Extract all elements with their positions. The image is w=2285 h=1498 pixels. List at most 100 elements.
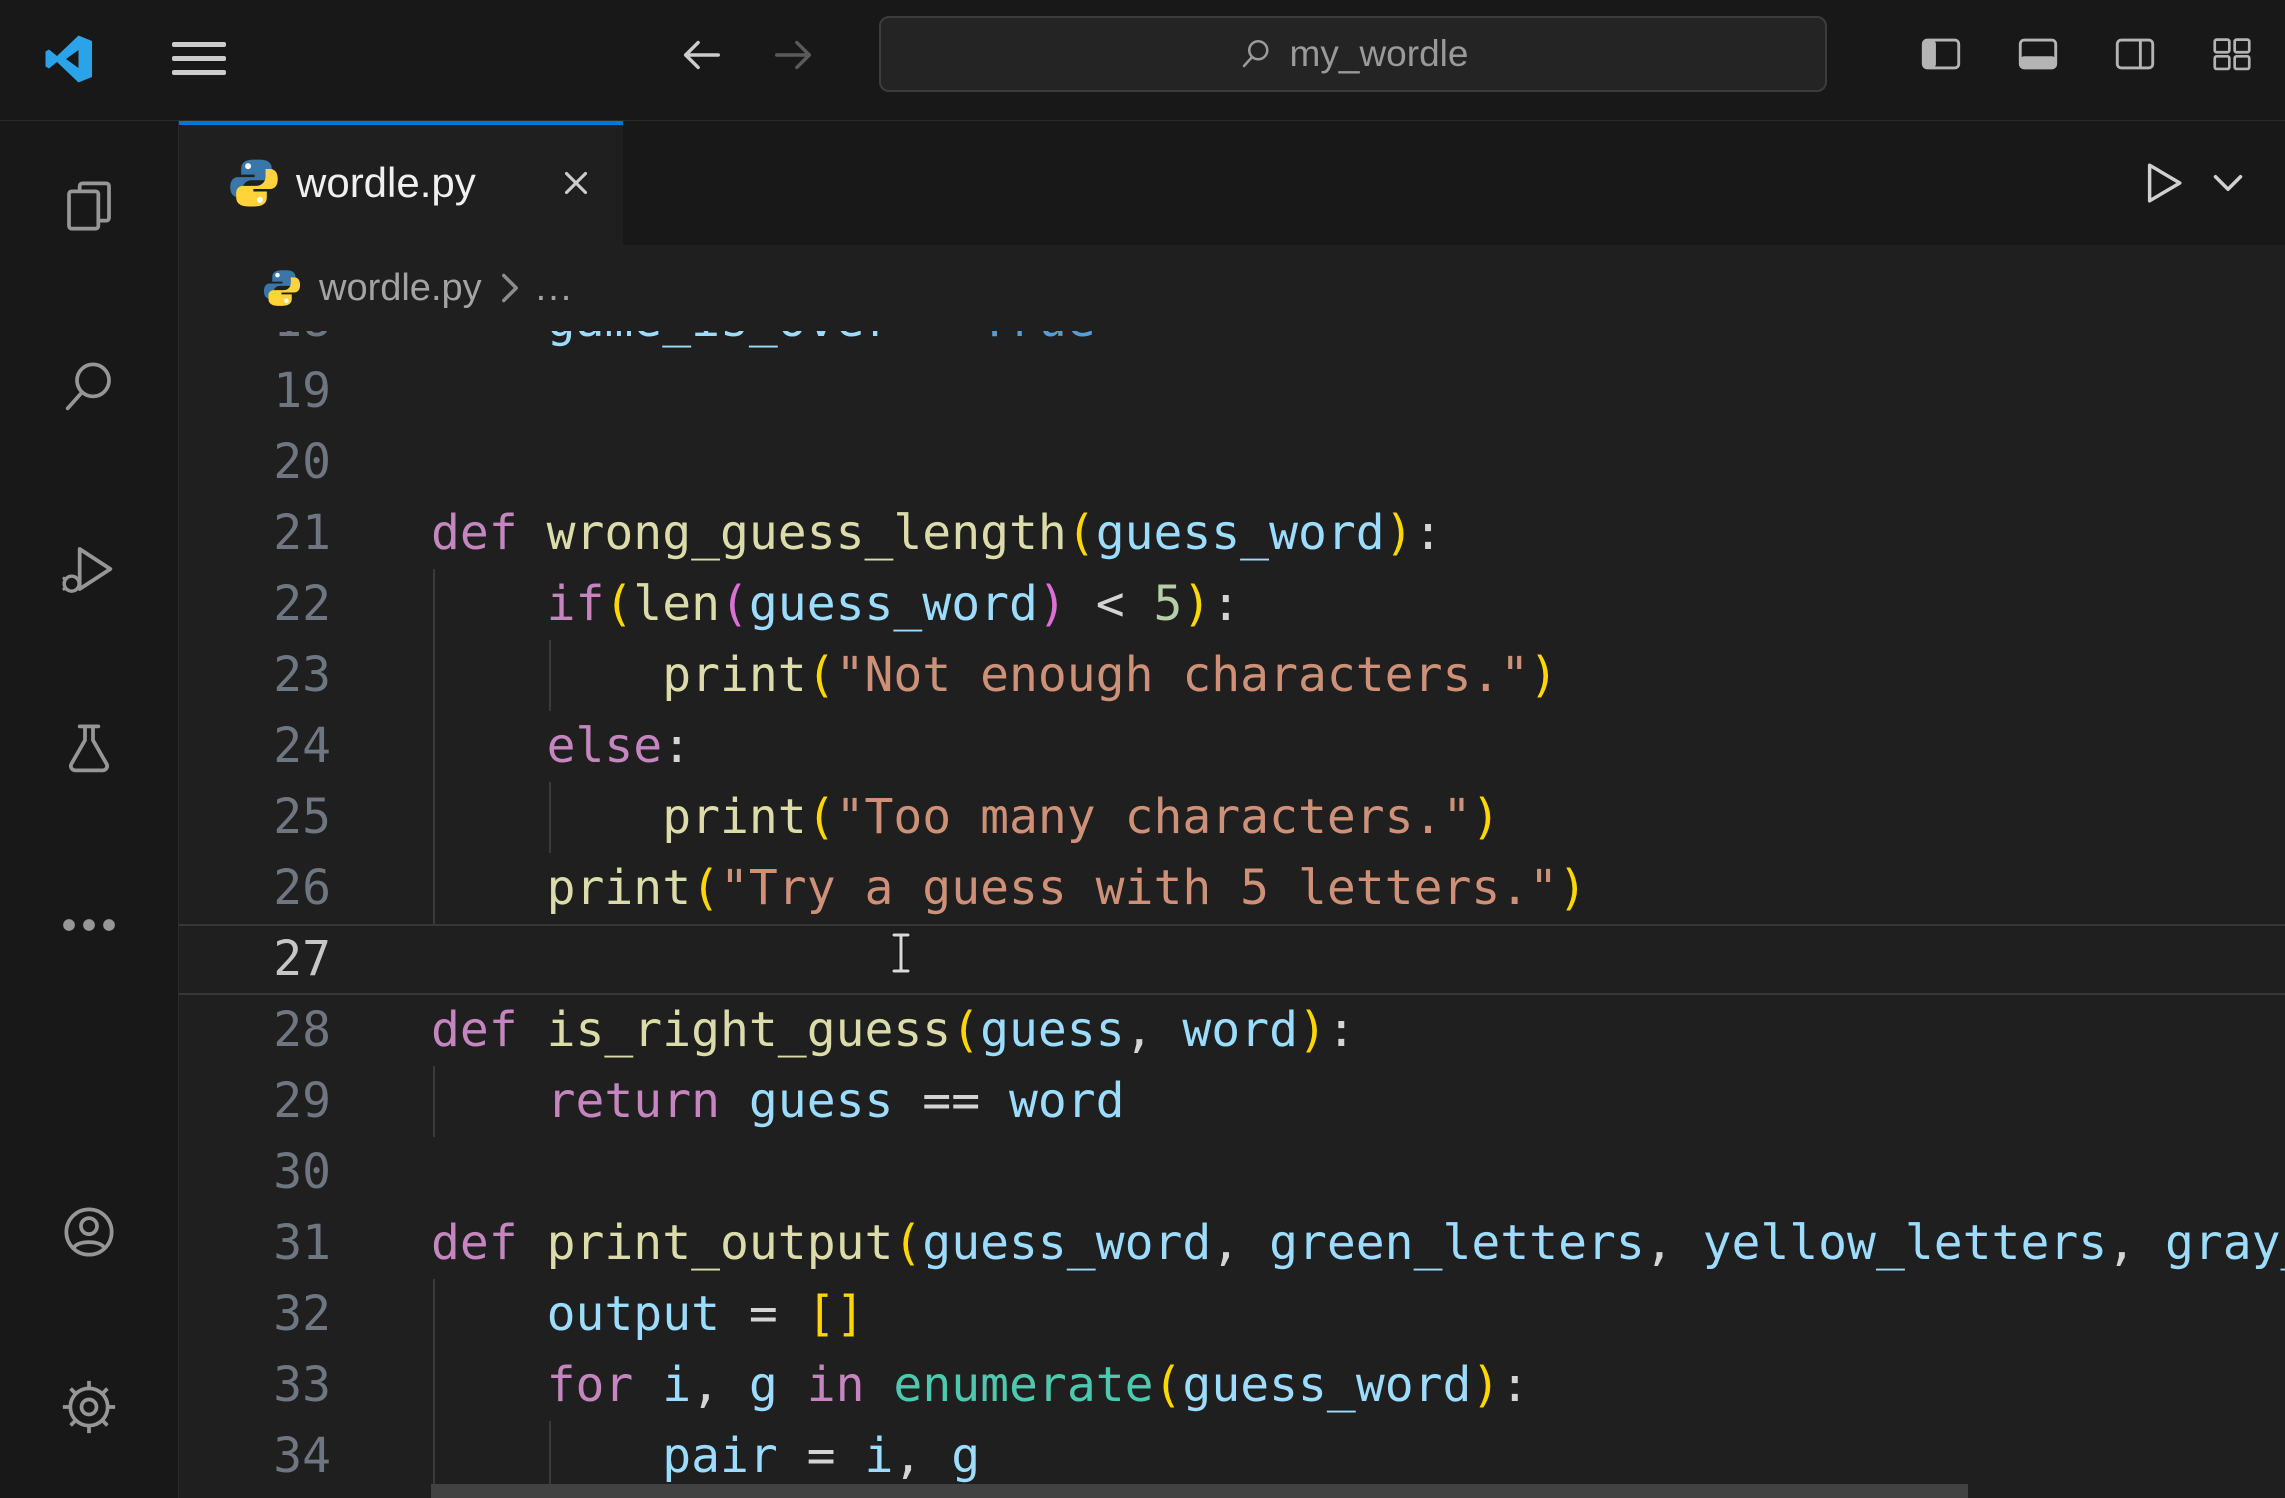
token: pair <box>662 1428 778 1484</box>
token: True <box>980 331 1096 348</box>
line-number[interactable]: 28 <box>179 995 331 1066</box>
activity-bar <box>0 121 179 1498</box>
customize-layout-icon[interactable] <box>2209 31 2255 77</box>
code-line-22[interactable]: 22 if(len(guess_word) < 5): <box>179 569 2285 640</box>
code-viewport[interactable]: 18 game_is_over = True192021def wrong_gu… <box>179 331 2285 1498</box>
token: < <box>1067 576 1154 632</box>
code-line-19[interactable]: 19 <box>179 356 2285 427</box>
editor-actions <box>2141 121 2243 245</box>
horizontal-scrollbar[interactable] <box>431 1484 1968 1498</box>
token: , <box>1211 1215 1269 1271</box>
code-line-26[interactable]: 26 print("Try a guess with 5 letters.") <box>179 853 2285 924</box>
token <box>518 505 547 561</box>
code-content <box>431 427 2285 498</box>
activity-item-explorer[interactable] <box>57 174 121 238</box>
token: "Try a guess with 5 letters." <box>720 860 1558 916</box>
tab-wordle-py[interactable]: wordle.py <box>179 121 623 245</box>
close-icon[interactable] <box>557 164 595 202</box>
line-number[interactable]: 19 <box>179 356 331 427</box>
token: , <box>2107 1215 2165 1271</box>
activity-item-accounts[interactable] <box>57 1200 121 1264</box>
activity-item-search[interactable] <box>57 355 121 419</box>
code-content: def print_output(guess_word, green_lette… <box>431 1208 2285 1279</box>
code-line-24[interactable]: 24 else: <box>179 711 2285 782</box>
breadcrumb-symbol[interactable]: ... <box>536 267 574 310</box>
line-number[interactable]: 22 <box>179 569 331 640</box>
token: game_is_over <box>547 331 894 348</box>
search-box[interactable]: my_wordle <box>879 16 1827 92</box>
token: word <box>1182 1002 1298 1058</box>
indent-guide <box>433 569 435 640</box>
token: in <box>807 1357 865 1413</box>
activity-item-more[interactable] <box>57 893 121 957</box>
token <box>431 1073 547 1129</box>
code-line-20[interactable]: 20 <box>179 427 2285 498</box>
token: guess_word <box>922 1215 1211 1271</box>
indent-guide <box>433 711 435 782</box>
line-number[interactable]: 31 <box>179 1208 331 1279</box>
token: "Too many characters." <box>836 789 1472 845</box>
code-line-31[interactable]: 31 def print_output(guess_word, green_let… <box>179 1208 2285 1279</box>
activity-item-manage[interactable] <box>57 1375 121 1439</box>
toggle-sidebar-right-icon[interactable] <box>2112 31 2158 77</box>
line-number[interactable]: 21 <box>179 498 331 569</box>
back-arrow-icon[interactable] <box>678 32 724 78</box>
toggle-panel-icon[interactable] <box>2015 31 2061 77</box>
line-number[interactable]: 33 <box>179 1350 331 1421</box>
code-line-25[interactable]: 25 print("Too many characters.") <box>179 782 2285 853</box>
line-number[interactable]: 20 <box>179 427 331 498</box>
line-number[interactable]: 34 <box>179 1421 331 1492</box>
line-number[interactable]: 30 <box>179 1137 331 1208</box>
token: : <box>1414 505 1443 561</box>
run-dropdown-chevron-icon[interactable] <box>2213 172 2243 194</box>
code-line-27[interactable]: 27 <box>179 924 2285 995</box>
token: g <box>749 1357 778 1413</box>
line-number[interactable]: 26 <box>179 853 331 924</box>
token: : <box>1211 576 1240 632</box>
token: , <box>1125 1002 1183 1058</box>
token: = <box>893 331 980 348</box>
code-line-21[interactable]: 21def wrong_guess_length(guess_word): <box>179 498 2285 569</box>
token: , <box>691 1357 749 1413</box>
breadcrumb-file[interactable]: wordle.py <box>319 267 482 310</box>
line-number[interactable]: 23 <box>179 640 331 711</box>
token: is_right_guess <box>547 1002 952 1058</box>
token <box>431 718 547 774</box>
gear-icon <box>57 1375 121 1439</box>
code-line-34[interactable]: 34 pair = i, g <box>179 1421 2285 1492</box>
toggle-sidebar-left-icon[interactable] <box>1918 31 1964 77</box>
menu-icon[interactable] <box>172 42 226 78</box>
line-number[interactable]: 24 <box>179 711 331 782</box>
indent-guide <box>549 782 551 853</box>
token: = <box>778 1428 865 1484</box>
code-line-30[interactable]: 30 <box>179 1137 2285 1208</box>
code-line-29[interactable]: 29 return guess == word <box>179 1066 2285 1137</box>
line-number[interactable]: 29 <box>179 1066 331 1137</box>
code-line-23[interactable]: 23 print("Not enough characters.") <box>179 640 2285 711</box>
code-content <box>431 356 2285 427</box>
files-icon <box>57 174 121 238</box>
code-line-33[interactable]: 33 for i, g in enumerate(guess_word): <box>179 1350 2285 1421</box>
line-number[interactable]: 25 <box>179 782 331 853</box>
ellipsis-icon <box>57 893 121 957</box>
code-line-32[interactable]: 32 output = [] <box>179 1279 2285 1350</box>
forward-arrow-icon[interactable] <box>771 32 817 78</box>
chevron-right-icon <box>500 273 520 303</box>
code-line-28[interactable]: 28def is_right_guess(guess, word): <box>179 995 2285 1066</box>
run-button[interactable] <box>2141 160 2187 206</box>
activity-item-run-debug[interactable] <box>57 537 121 601</box>
line-number[interactable]: 32 <box>179 1279 331 1350</box>
line-number[interactable]: 27 <box>179 924 331 995</box>
indent-guide <box>433 853 435 924</box>
code-content: game_is_over = True <box>431 331 2285 356</box>
token: word <box>1009 1073 1125 1129</box>
token <box>431 647 662 703</box>
code-line-18[interactable]: 18 game_is_over = True <box>179 331 2285 356</box>
token: gray_letters <box>2165 1215 2285 1271</box>
account-icon <box>57 1200 121 1264</box>
code-content <box>431 924 2285 995</box>
line-number[interactable]: 18 <box>179 331 331 356</box>
activity-item-testing[interactable] <box>57 717 121 781</box>
token: ( <box>604 576 633 632</box>
token: guess_word <box>1182 1357 1471 1413</box>
